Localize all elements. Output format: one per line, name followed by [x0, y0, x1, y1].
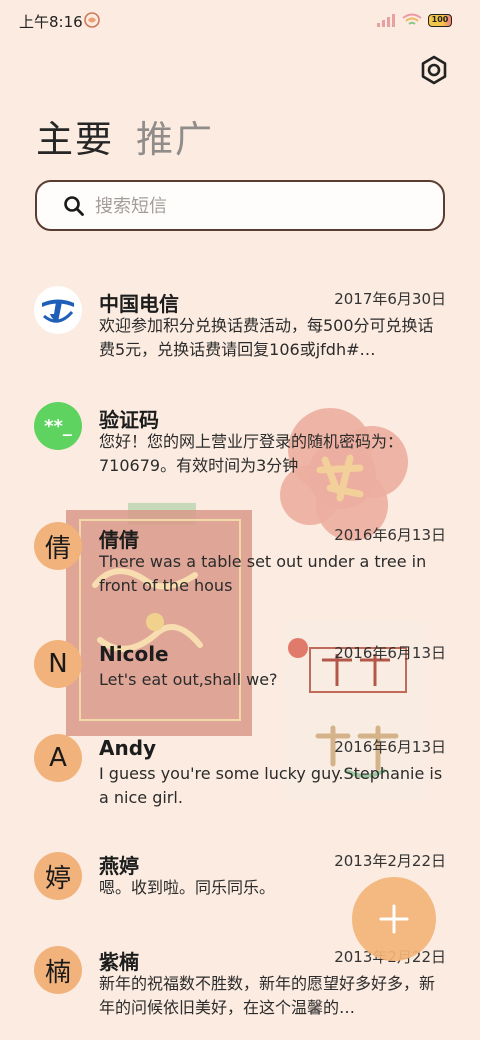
- category-tabs: 主要 推广: [36, 116, 214, 166]
- tab-promotions[interactable]: 推广: [136, 116, 214, 166]
- new-message-button[interactable]: [352, 877, 436, 961]
- contact-avatar: 楠: [34, 946, 82, 994]
- message-date: 2016年6月13日: [334, 526, 446, 544]
- sender-name: 紫楠: [99, 950, 139, 974]
- message-preview: Let's eat out,shall we?: [99, 670, 278, 689]
- sender-name: Nicole: [99, 642, 169, 666]
- battery-icon: 100: [428, 13, 452, 27]
- contact-avatar: A: [34, 734, 82, 782]
- sender-name: 燕婷: [99, 854, 139, 878]
- message-preview: 新年的祝福数不胜数，新年的愿望好多好多，新年的问候依旧美好，在这个温馨的…: [99, 974, 436, 1017]
- status-time: 上午8:16: [19, 13, 83, 31]
- search-bar[interactable]: [35, 180, 445, 231]
- telecom-logo-icon: [34, 286, 82, 334]
- message-preview: I guess you're some lucky guy.Stephanie …: [99, 764, 443, 807]
- sender-name: 中国电信: [99, 292, 179, 316]
- search-input[interactable]: [95, 190, 425, 222]
- message-date: 2016年6月13日: [334, 644, 446, 662]
- sender-name: 倩倩: [99, 528, 139, 552]
- message-date: 2017年6月30日: [334, 290, 446, 308]
- search-icon: [64, 196, 84, 216]
- message-preview: 欢迎参加积分兑换话费活动，每500分可兑换话费5元，兑换话费请回复106或jfd…: [99, 316, 434, 359]
- conversation-item[interactable]: A Andy 2016年6月13日 I guess you're some lu…: [0, 734, 480, 814]
- message-preview: There was a table set out under a tree i…: [99, 552, 427, 595]
- sender-name: Andy: [99, 736, 157, 760]
- sender-name: 验证码: [99, 408, 159, 432]
- settings-button[interactable]: [416, 52, 452, 88]
- gear-icon: [421, 55, 447, 85]
- conversation-item[interactable]: **_ 验证码 您好！您的网上营业厅登录的随机密码为：710679。有效时间为3…: [0, 402, 480, 482]
- contact-avatar: 婷: [34, 852, 82, 900]
- contact-avatar: 倩: [34, 522, 82, 570]
- message-date: 2016年6月13日: [334, 738, 446, 756]
- conversation-item[interactable]: N Nicole 2016年6月13日 Let's eat out,shall …: [0, 640, 480, 700]
- signal-icon: [377, 14, 395, 27]
- status-bar: 上午8:16 100: [0, 0, 480, 40]
- message-preview: 您好！您的网上营业厅登录的随机密码为：710679。有效时间为3分钟: [99, 432, 404, 475]
- wifi-icon: [402, 13, 422, 25]
- contact-avatar: N: [34, 640, 82, 688]
- conversation-item[interactable]: 中国电信 2017年6月30日 欢迎参加积分兑换话费活动，每500分可兑换话费5…: [0, 286, 480, 376]
- plus-icon: [379, 904, 409, 934]
- message-date: 2013年2月22日: [334, 852, 446, 870]
- verification-code-avatar: **_: [34, 402, 82, 450]
- status-icons: 100: [376, 12, 452, 28]
- conversation-item[interactable]: 倩 倩倩 2016年6月13日 There was a table set ou…: [0, 522, 480, 602]
- candy-icon: [84, 12, 100, 28]
- tab-primary[interactable]: 主要: [36, 116, 114, 166]
